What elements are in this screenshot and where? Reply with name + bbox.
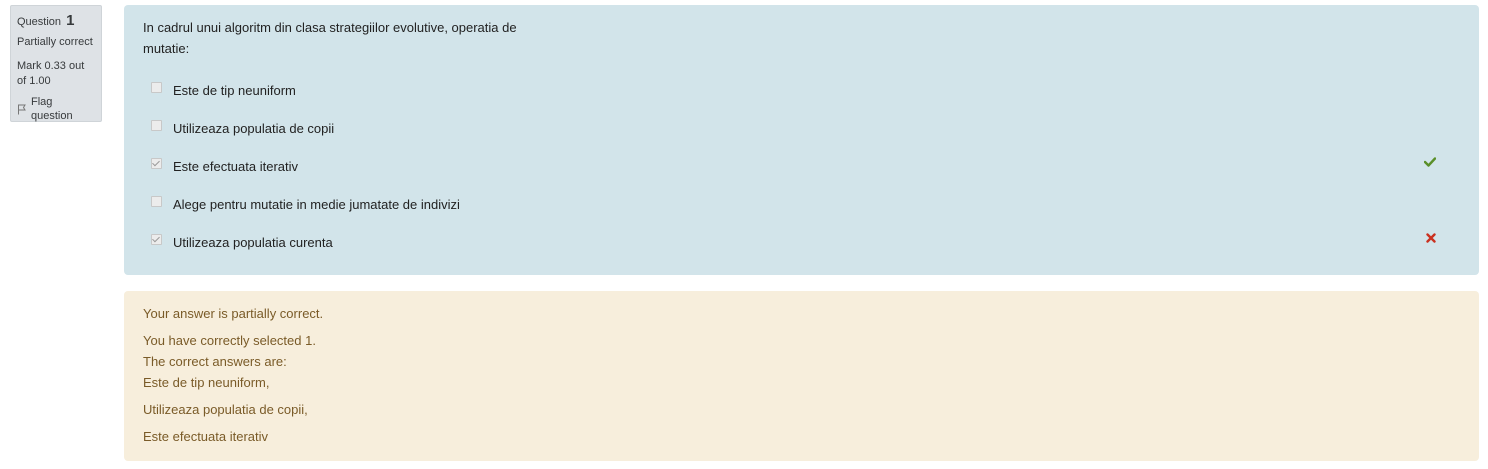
answer-option[interactable]: Utilizeaza populatia curenta	[143, 223, 1460, 261]
question-state: Partially correct	[17, 36, 93, 48]
answer-label: Este de tip neuniform	[173, 82, 296, 98]
answer-option[interactable]: Este de tip neuniform	[143, 71, 1460, 109]
answer-feedback: Your answer is partially correct. You ha…	[124, 291, 1479, 461]
selected-feedback: You have correctly selected 1.	[143, 333, 316, 348]
check-icon	[1423, 155, 1437, 170]
question-number-value: 1	[66, 12, 75, 29]
answer-option[interactable]: Alege pentru mutatie in medie jumatate d…	[143, 185, 1460, 223]
answer-options: Este de tip neuniform Utilizeaza populat…	[143, 71, 1460, 261]
correct-answer: Este efectuata iterativ	[143, 429, 269, 444]
correct-answers-intro: The correct answers are:	[143, 354, 287, 369]
question-grade: Mark 0.33 out of 1.00	[17, 60, 85, 87]
correct-answer: Utilizeaza populatia de copii,	[143, 402, 308, 417]
flag-icon	[17, 104, 27, 115]
answer-checkbox[interactable]	[151, 233, 162, 245]
question-number: Question 1	[17, 12, 95, 31]
question-formulation: In cadrul unui algoritm din clasa strate…	[124, 5, 1479, 275]
general-feedback: Your answer is partially correct.	[143, 306, 324, 321]
question-label: Question	[17, 16, 62, 28]
cross-icon	[1426, 231, 1436, 246]
flag-question-link[interactable]: Flag question	[17, 95, 95, 123]
answer-option[interactable]: Este efectuata iterativ	[143, 147, 1460, 185]
answer-label: Utilizeaza populatia curenta	[173, 234, 333, 250]
answer-checkbox[interactable]	[151, 157, 162, 169]
correct-answer: Este de tip neuniform,	[143, 375, 270, 390]
answer-checkbox[interactable]	[151, 195, 162, 207]
question-text: In cadrul unui algoritm din clasa strate…	[143, 20, 517, 56]
answer-label: Utilizeaza populatia de copii	[173, 120, 335, 136]
answer-option[interactable]: Utilizeaza populatia de copii	[143, 109, 1460, 147]
answer-label: Alege pentru mutatie in medie jumatate d…	[173, 196, 460, 212]
answer-checkbox[interactable]	[151, 81, 162, 93]
answer-checkbox[interactable]	[151, 119, 162, 131]
answer-label: Este efectuata iterativ	[173, 158, 299, 174]
flag-question-label: Flag question	[31, 96, 73, 122]
question-info-panel: Question 1 Partially correct Mark 0.33 o…	[10, 5, 102, 122]
